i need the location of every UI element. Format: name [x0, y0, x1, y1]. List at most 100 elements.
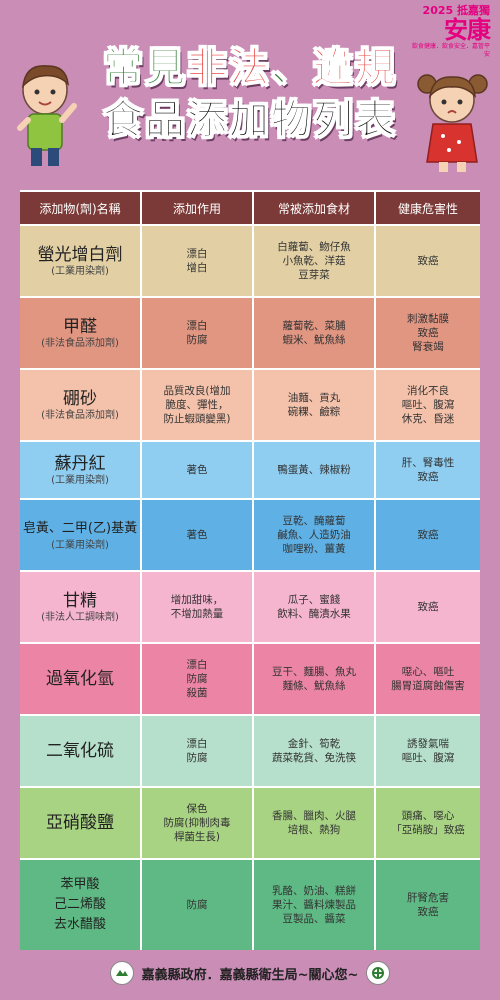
brand-name: 安康 — [444, 16, 491, 44]
cell-harm: 頭痛、噁心 「亞硝胺」致癌 — [376, 788, 480, 858]
cell-foods-line: 金針、筍乾 — [287, 738, 341, 750]
cell-additive-name: 亞硝酸鹽 — [20, 788, 142, 858]
cell-foods-line: 豆製品、醬菜 — [282, 913, 346, 925]
cell-harm-line: 噁心、嘔吐 — [401, 666, 455, 678]
cell-effect-line: 著色 — [186, 464, 208, 476]
title-part-common: 常見 — [103, 45, 187, 92]
table-row: 皂黃、二甲(乙)基黃 (工業用染劑) 著色 豆乾、醃蘿蔔 鹹魚、人造奶油 咖哩粉、薑黃 致癌 — [20, 498, 480, 570]
cell-foods-line: 乳酪、奶油、糕餅 — [272, 885, 356, 897]
cell-harm-line: 肝腎危害 — [407, 892, 449, 904]
cell-foods: 鴨蛋黃、辣椒粉 — [254, 442, 376, 498]
cell-harm-line: 休克、昏迷 — [401, 413, 455, 425]
header-name: 添加物(劑)名稱 — [20, 192, 142, 224]
brand-tagline: 飲食健康．飲食安全．嘉管平安 — [411, 43, 490, 58]
cell-foods-line: 蔬菜乾貨、免洗筷 — [272, 752, 356, 764]
additive-name: 硼砂 — [63, 388, 97, 409]
cell-additive-name: 二氧化硫 — [20, 716, 142, 786]
table-row: 甲醛 (非法食品添加劑) 漂白 防腐 蘿蔔乾、菜脯 蝦米、魷魚絲 刺激黏膜 致癌 腎衰竭 — [20, 296, 480, 368]
page-title: 常見非法、違規 食品添加物列表 — [85, 42, 415, 146]
additive-category: (非法食品添加劑) — [41, 337, 119, 349]
cell-harm: 消化不良嘔吐、腹瀉休克、昏迷 — [376, 370, 480, 440]
additive-name: 亞硝酸鹽 — [46, 813, 114, 833]
cell-foods-line: 咖哩粉、薑黃 — [282, 543, 346, 555]
cell-foods-line: 豆乾、醃蘿蔔 — [282, 515, 346, 527]
cell-additive-name: 硼砂 (非法食品添加劑) — [20, 370, 142, 440]
brand-logo: 2025 抵嘉獨 安康 飲食健康．飲食安全．嘉管平安 — [410, 4, 491, 59]
cell-foods: 金針、筍乾蔬菜乾貨、免洗筷 — [254, 716, 376, 786]
cell-harm: 肝腎危害 致癌 — [376, 860, 480, 950]
cell-harm: 噁心、嘔吐 腸胃道腐蝕傷害 — [376, 644, 480, 714]
cell-additive-name: 皂黃、二甲(乙)基黃 (工業用染劑) — [20, 500, 142, 570]
cell-harm-line: 頭痛、噁心 — [401, 810, 455, 822]
additive-category: (非法食品添加劑) — [41, 409, 119, 421]
footer-text: 嘉義縣政府．嘉義縣衛生局~關心您~ — [141, 967, 359, 983]
additive-name: 螢光增白劑 — [37, 244, 123, 265]
cell-harm: 肝、腎毒性 致癌 — [376, 442, 480, 498]
additive-name: 甘精 — [63, 590, 97, 611]
additive-name: 苯甲酸 己二烯酸 去水醋酸 — [53, 877, 106, 932]
cell-harm-line: 致癌 — [417, 601, 439, 613]
cell-effect-line: 脆度、彈性， — [165, 399, 229, 411]
cell-effect: 漂白 防腐 — [142, 716, 254, 786]
additive-category: (工業用染劑) — [51, 265, 109, 277]
cell-harm-line: 消化不良 — [407, 385, 449, 397]
cell-harm: 致癌 — [376, 572, 480, 642]
county-logo-icon — [109, 961, 134, 985]
cell-effect-line: 桿菌生長) — [173, 831, 221, 843]
header-harm: 健康危害性 — [397, 201, 458, 216]
cell-harm-line: 致癌 — [417, 529, 439, 541]
cell-effect: 增加甜味， 不增加熱量 — [142, 572, 254, 642]
cell-effect: 防腐 — [142, 860, 254, 950]
poster: 2025 抵嘉獨 安康 飲食健康．飲食安全．嘉管平安 常見非法、違規 食品添加物… — [0, 0, 500, 1000]
cell-harm-line: 嘔吐、腹瀉 — [401, 399, 455, 411]
cell-foods-line: 麵條、魷魚絲 — [282, 680, 346, 692]
cell-effect-line: 漂白 — [186, 248, 208, 260]
cell-foods: 蘿蔔乾、菜脯 蝦米、魷魚絲 — [254, 298, 376, 368]
cell-effect-line: 防腐 — [186, 673, 208, 685]
cell-effect-line: 品質改良(增加 — [163, 385, 231, 397]
cell-effect: 漂白 防腐 殺菌 — [142, 644, 254, 714]
cell-effect-line: 漂白 — [186, 320, 208, 332]
cell-harm-line: 嘔吐、腹瀉 — [401, 752, 455, 764]
cell-effect: 漂白 增白 — [142, 226, 254, 296]
title-part-comma: 、 — [271, 45, 313, 92]
cell-foods-line: 蘿蔔乾、菜脯 — [282, 320, 346, 332]
cell-foods: 油麵、貢丸 碗粿、鹼粽 — [254, 370, 376, 440]
cell-effect-line: 漂白 — [186, 659, 208, 671]
cell-foods: 白蘿蔔、魩仔魚 小魚乾、洋菇 豆芽菜 — [254, 226, 376, 296]
health-bureau-logo-icon — [366, 961, 391, 985]
additive-category: (工業用染劑) — [51, 539, 109, 551]
cell-effect-line: 增加甜味， — [170, 594, 224, 606]
table-row: 過氧化氫 漂白 防腐 殺菌 豆干、麵腸、魚丸 麵條、魷魚絲 噁心、嘔吐 腸胃道腐蝕傷害 — [20, 642, 480, 714]
cell-foods: 香腸、臘肉、火腿 培根、熱狗 — [254, 788, 376, 858]
cell-harm-line: 刺激黏膜 — [407, 313, 449, 325]
cell-foods-line: 鹹魚、人造奶油 — [277, 529, 351, 541]
boy-character-illustration — [17, 65, 77, 166]
cell-foods-line: 香腸、臘肉、火腿 — [272, 810, 356, 822]
additive-name: 甲醛 — [63, 316, 97, 337]
cell-foods-line: 瓜子、蜜餞 — [287, 594, 341, 606]
cell-effect-line: 殺菌 — [186, 687, 208, 699]
title-part-violation: 違規 — [313, 45, 397, 92]
title-line-2: 食品添加物列表 — [103, 97, 397, 144]
cell-foods-line: 碗粿、鹼粽 — [287, 406, 341, 418]
cell-harm: 致癌 — [376, 226, 480, 296]
cell-effect: 漂白 防腐 — [142, 298, 254, 368]
cell-harm-line: 腎衰竭 — [412, 341, 444, 353]
cell-effect-line: 防腐 — [186, 334, 208, 346]
table-row: 二氧化硫 漂白 防腐 金針、筍乾 蔬菜乾貨、免洗筷 誘發氣喘 嘔吐、腹瀉 — [20, 714, 480, 786]
cell-foods-line: 鴨蛋黃、辣椒粉 — [277, 464, 351, 476]
table-body: 螢光增白劑 (工業用染劑) 漂白 增白 白蘿蔔、魩仔魚 小魚乾、洋菇 豆芽菜 致癌 甲醛 (非法食… — [20, 224, 480, 950]
cell-effect: 著色 — [142, 500, 254, 570]
table-row: 甘精 (非法人工調味劑) 增加甜味， 不增加熱量 瓜子、蜜餞 飲料、醃漬水果 致癌 — [20, 570, 480, 642]
cell-harm-line: 誘發氣喘 — [407, 738, 449, 750]
cell-foods-line: 豆干、麵腸、魚丸 — [272, 666, 356, 678]
cell-foods-line: 豆芽菜 — [298, 269, 330, 281]
additive-category: (工業用染劑) — [51, 474, 109, 486]
header-foods: 常被添加食材 — [254, 192, 376, 224]
cell-additive-name: 苯甲酸 己二烯酸 去水醋酸 — [20, 860, 142, 950]
additive-name: 二氧化硫 — [46, 741, 114, 761]
additive-name: 蘇丹紅 — [54, 453, 106, 474]
cell-effect-line: 防腐 — [186, 899, 208, 911]
table-header: 添加物(劑)名稱 添加作用 常被添加食材 健康危害性 — [20, 192, 480, 224]
